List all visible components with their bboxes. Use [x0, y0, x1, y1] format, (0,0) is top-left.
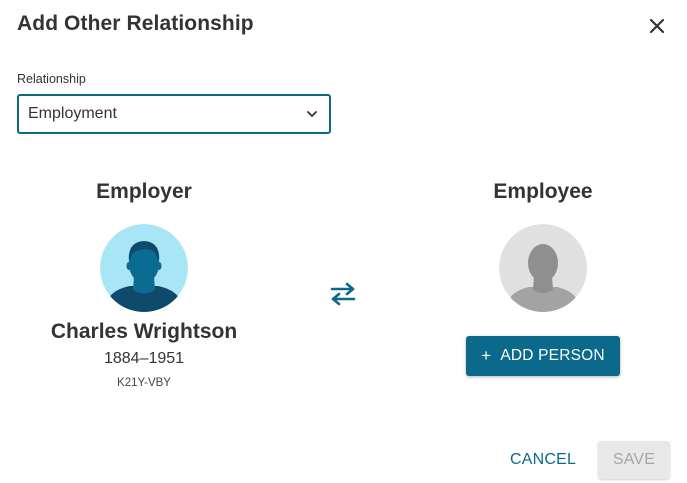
- relationship-select-value: Employment: [28, 105, 117, 122]
- unknown-person-avatar-icon: [499, 224, 587, 312]
- close-button[interactable]: [645, 14, 669, 38]
- employee-column: Employee: [423, 180, 663, 312]
- employer-person-id: K21Y-VBY: [117, 377, 171, 389]
- relationship-label: Relationship: [17, 72, 86, 86]
- save-button[interactable]: SAVE: [598, 441, 670, 479]
- employer-heading: Employer: [96, 180, 192, 203]
- employer-column: Employer Charles Wrightson 1884–1951 K21…: [24, 180, 264, 389]
- cancel-button[interactable]: CANCEL: [501, 441, 585, 479]
- dialog-title: Add Other Relationship: [17, 12, 254, 35]
- employee-heading: Employee: [493, 180, 593, 203]
- male-avatar-icon[interactable]: [100, 224, 188, 312]
- employer-lifespan: 1884–1951: [103, 350, 185, 367]
- add-person-label: ADD PERSON: [500, 347, 605, 364]
- relationship-select[interactable]: Employment: [17, 94, 331, 134]
- chevron-down-icon: [307, 111, 317, 117]
- employer-name[interactable]: Charles Wrightson: [24, 320, 264, 344]
- add-relationship-dialog: Add Other Relationship Relationship Empl…: [0, 0, 687, 483]
- swap-arrows-icon: [330, 282, 356, 306]
- add-person-button[interactable]: + ADD PERSON: [466, 336, 620, 376]
- plus-icon: +: [481, 346, 492, 365]
- close-icon: [649, 18, 665, 34]
